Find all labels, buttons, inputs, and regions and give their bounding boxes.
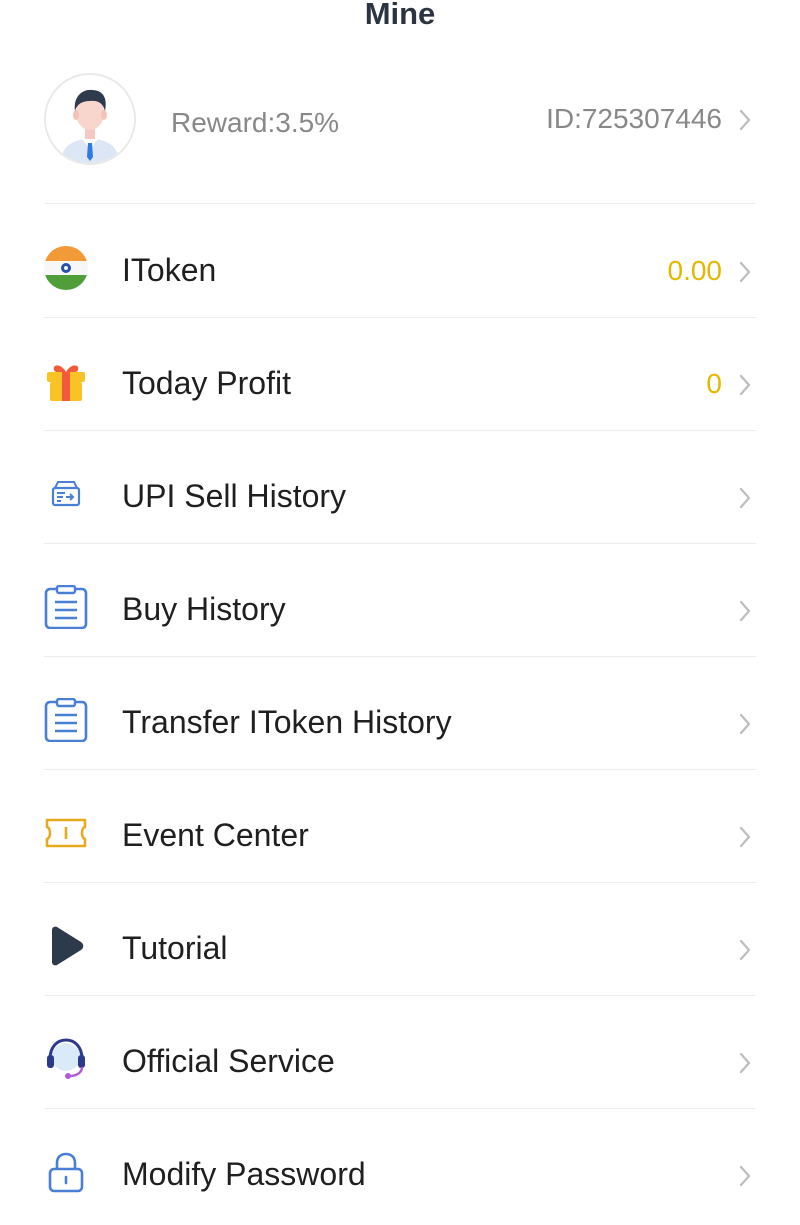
menu-item-label: Buy History	[122, 591, 286, 627]
clipboard-icon	[44, 698, 88, 742]
menu-item-label: Official Service	[122, 1043, 335, 1079]
chevron-right-icon	[739, 826, 751, 848]
chevron-right-icon	[739, 487, 751, 509]
user-id-text: ID:725307446	[546, 103, 722, 134]
lock-icon	[44, 1150, 88, 1194]
menu-item-label: Tutorial	[122, 930, 228, 966]
menu-item-tutorial[interactable]: Tutorial	[44, 883, 756, 996]
clipboard-icon	[44, 585, 88, 629]
menu-item-label: Event Center	[122, 817, 309, 853]
menu-item-label: Transfer IToken History	[122, 704, 452, 740]
avatar-person-icon	[46, 75, 134, 163]
reward-text: Reward:3.5%	[171, 107, 340, 138]
menu-item-official-service[interactable]: Official Service	[44, 996, 756, 1109]
menu-item-label: Today Profit	[122, 365, 291, 401]
menu-item-label: Modify Password	[122, 1156, 366, 1192]
menu-item-label: UPI Sell History	[122, 478, 347, 514]
menu-item-label: IToken	[122, 252, 217, 288]
india-flag-icon	[44, 246, 88, 290]
menu-item-buy-history[interactable]: Buy History	[44, 544, 756, 657]
chevron-right-icon	[739, 939, 751, 961]
wallet-transfer-icon	[44, 472, 88, 516]
chevron-right-icon	[739, 109, 751, 131]
chevron-right-icon	[739, 374, 751, 396]
menu-list: IToken 0.00 Today Profit 0 UPI Sell Hist…	[44, 205, 756, 1222]
chevron-right-icon	[739, 261, 751, 283]
today-profit-value: 0	[706, 368, 722, 399]
chevron-right-icon	[739, 1052, 751, 1074]
menu-item-modify-password[interactable]: Modify Password	[44, 1109, 756, 1222]
menu-item-upi-sell-history[interactable]: UPI Sell History	[44, 431, 756, 544]
profile-row[interactable]: Reward:3.5% ID:725307446	[44, 72, 756, 204]
menu-item-itoken[interactable]: IToken 0.00	[44, 205, 756, 318]
play-icon	[44, 924, 88, 968]
menu-item-event-center[interactable]: Event Center	[44, 770, 756, 883]
menu-item-today-profit[interactable]: Today Profit 0	[44, 318, 756, 431]
chevron-right-icon	[739, 1165, 751, 1187]
gift-icon	[44, 359, 88, 403]
chevron-right-icon	[739, 600, 751, 622]
itoken-balance: 0.00	[667, 255, 723, 286]
page-title: Mine	[364, 0, 436, 31]
headset-icon	[44, 1037, 88, 1081]
ticket-icon	[44, 811, 88, 855]
avatar[interactable]	[44, 73, 136, 165]
menu-item-transfer-itoken-history[interactable]: Transfer IToken History	[44, 657, 756, 770]
chevron-right-icon	[739, 713, 751, 735]
